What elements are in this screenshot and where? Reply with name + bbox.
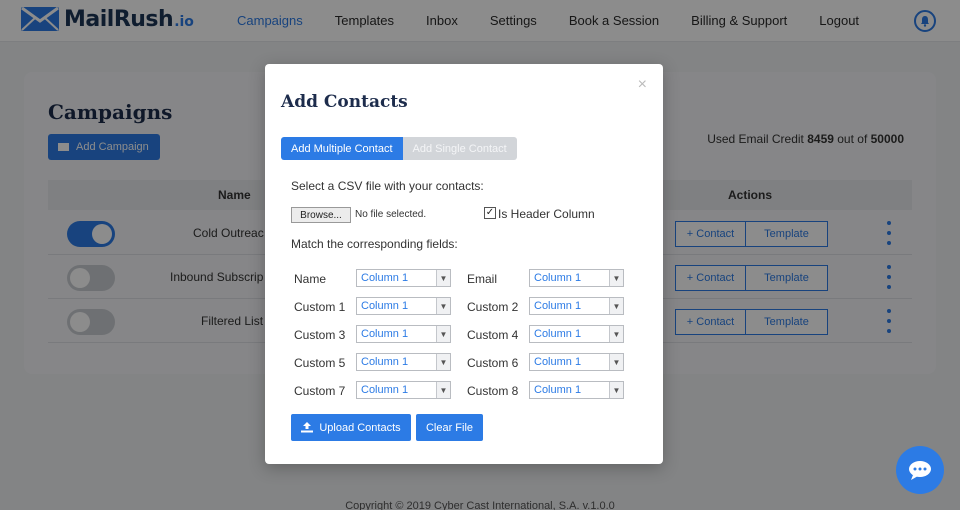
chat-icon[interactable]: [896, 446, 944, 494]
contact-mode-tabs: Add Multiple Contact Add Single Contact: [281, 137, 517, 160]
select-custom8[interactable]: Column 1 ▼: [529, 381, 624, 399]
select-value: Column 1: [534, 300, 582, 312]
select-value: Column 1: [534, 328, 582, 340]
close-icon[interactable]: ×: [638, 76, 647, 94]
upload-contacts-button[interactable]: Upload Contacts: [291, 414, 411, 441]
select-email[interactable]: Column 1 ▼: [529, 269, 624, 287]
header-column-label: Is Header Column: [498, 207, 595, 221]
modal-title: Add Contacts: [281, 92, 408, 112]
chevron-down-icon: ▼: [436, 326, 450, 342]
select-custom3[interactable]: Column 1 ▼: [356, 325, 451, 343]
chevron-down-icon: ▼: [609, 326, 623, 342]
chevron-down-icon: ▼: [436, 270, 450, 286]
field-label-custom6: Custom 6: [467, 356, 519, 370]
select-custom5[interactable]: Column 1 ▼: [356, 353, 451, 371]
tab-add-multiple[interactable]: Add Multiple Contact: [281, 137, 403, 160]
select-value: Column 1: [534, 384, 582, 396]
select-name[interactable]: Column 1 ▼: [356, 269, 451, 287]
chevron-down-icon: ▼: [436, 298, 450, 314]
field-label-custom3: Custom 3: [294, 328, 346, 342]
tab-add-single[interactable]: Add Single Contact: [402, 137, 517, 160]
upload-contacts-label: Upload Contacts: [319, 421, 401, 434]
upload-icon: [301, 422, 314, 433]
field-label-name: Name: [294, 272, 327, 286]
chevron-down-icon: ▼: [609, 270, 623, 286]
chevron-down-icon: ▼: [436, 382, 450, 398]
match-fields-label: Match the corresponding fields:: [291, 237, 458, 251]
field-label-email: Email: [467, 272, 498, 286]
select-custom1[interactable]: Column 1 ▼: [356, 297, 451, 315]
add-contacts-modal: × Add Contacts Add Multiple Contact Add …: [265, 64, 663, 464]
chevron-down-icon: ▼: [609, 298, 623, 314]
field-label-custom2: Custom 2: [467, 300, 519, 314]
clear-file-button[interactable]: Clear File: [416, 414, 483, 441]
field-label-custom4: Custom 4: [467, 328, 519, 342]
select-csv-label: Select a CSV file with your contacts:: [291, 179, 484, 193]
chevron-down-icon: ▼: [436, 354, 450, 370]
field-label-custom5: Custom 5: [294, 356, 346, 370]
chevron-down-icon: ▼: [609, 382, 623, 398]
select-custom4[interactable]: Column 1 ▼: [529, 325, 624, 343]
select-custom2[interactable]: Column 1 ▼: [529, 297, 624, 315]
browse-button[interactable]: Browse...: [291, 207, 351, 223]
header-column-checkbox[interactable]: ✓: [484, 207, 496, 219]
select-value: Column 1: [361, 328, 409, 340]
no-file-label: No file selected.: [355, 209, 427, 220]
select-value: Column 1: [534, 356, 582, 368]
select-value: Column 1: [534, 272, 582, 284]
select-custom6[interactable]: Column 1 ▼: [529, 353, 624, 371]
field-label-custom8: Custom 8: [467, 384, 519, 398]
select-value: Column 1: [361, 272, 409, 284]
field-label-custom7: Custom 7: [294, 384, 346, 398]
select-value: Column 1: [361, 356, 409, 368]
select-value: Column 1: [361, 384, 409, 396]
field-label-custom1: Custom 1: [294, 300, 346, 314]
select-value: Column 1: [361, 300, 409, 312]
chevron-down-icon: ▼: [609, 354, 623, 370]
select-custom7[interactable]: Column 1 ▼: [356, 381, 451, 399]
